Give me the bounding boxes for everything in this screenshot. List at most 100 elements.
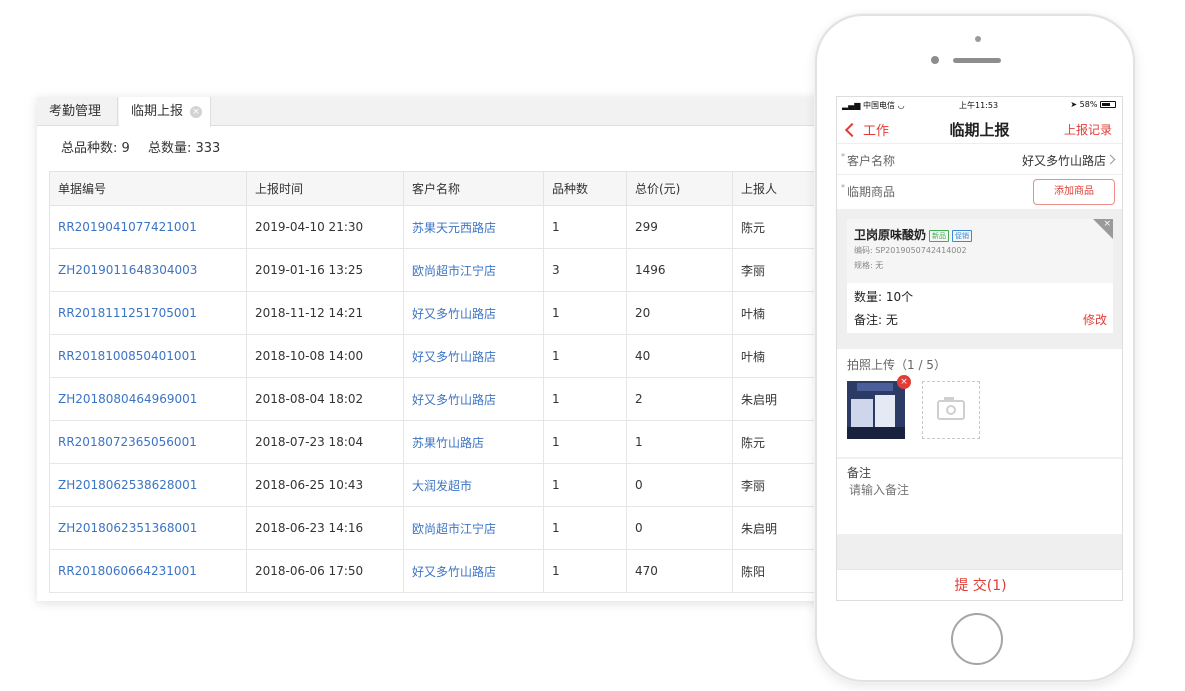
table-row[interactable]: RR2019041077421001 2019-04-10 21:30 苏果天元西路… [49,205,837,249]
photo-thumbnail[interactable] [847,381,905,439]
cell-customer[interactable]: 好又多竹山路店 [403,377,544,421]
cell-doc-no[interactable]: RR2019041077421001 [49,205,247,249]
goods-name-line: 卫岗原味酸奶 新品 促销 [854,226,973,243]
cell-time: 2018-06-06 17:50 [246,549,404,593]
cell-kinds: 1 [543,463,627,507]
close-icon[interactable]: × [1103,219,1111,229]
chevron-right-icon [1105,154,1116,165]
cell-doc-no[interactable]: RR2018111251705001 [49,291,247,335]
cell-total: 2 [626,377,733,421]
close-icon[interactable]: × [190,106,202,118]
col-header-doc-no[interactable]: 单据编号 [49,171,247,206]
new-badge: 新品 [929,230,950,242]
report-table: 单据编号 上报时间 客户名称 品种数 总价(元) 上报人 RR201904107… [49,171,837,593]
promo-badge: 促销 [952,230,973,242]
goods-spec: 规格: 无 [854,261,884,270]
note-label: 备注 [847,466,872,480]
table-row[interactable]: ZH2018080464969001 2018-08-04 18:02 好又多竹山路… [49,377,837,421]
cell-total: 299 [626,205,733,249]
required-mark: * [841,152,845,161]
table-header-row: 单据编号 上报时间 客户名称 品种数 总价(元) 上报人 [49,171,837,206]
cell-customer[interactable]: 大润发超市 [403,463,544,507]
phone-mockup: ▂▄▆ 中国电信 ◡ 上午11:53 ➤ 58% 工作 临期上报 上报记录 * … [815,14,1135,682]
phone-screen: ▂▄▆ 中国电信 ◡ 上午11:53 ➤ 58% 工作 临期上报 上报记录 * … [836,96,1123,601]
location-icon: ➤ [1070,100,1078,109]
customer-row[interactable]: * 客户名称 好又多竹山路店 [837,144,1122,175]
photo-upload-section: 拍照上传（1 / 5） × [837,349,1122,457]
customer-value: 好又多竹山路店 [1021,154,1106,168]
wifi-icon: ◡ [897,101,905,110]
col-header-kinds[interactable]: 品种数 [543,171,627,206]
table-row[interactable]: ZH2018062351368001 2018-06-23 14:16 欧尚超市江宁… [49,506,837,550]
col-header-time[interactable]: 上报时间 [246,171,404,206]
battery-icon [1100,101,1116,108]
status-time: 上午11:53 [959,101,999,110]
status-bar: ▂▄▆ 中国电信 ◡ 上午11:53 ➤ 58% [837,97,1122,114]
table-row[interactable]: RR2018072365056001 2018-07-23 18:04 苏果竹山路店… [49,420,837,464]
table-row[interactable]: ZH2018062538628001 2018-06-25 10:43 大润发超市 1… [49,463,837,507]
cell-time: 2019-01-16 13:25 [246,248,404,292]
cell-kinds: 1 [543,291,627,335]
cell-customer[interactable]: 苏果竹山路店 [403,420,544,464]
customer-label: 客户名称 [847,154,896,168]
home-button[interactable] [951,613,1003,665]
cell-time: 2018-11-12 14:21 [246,291,404,335]
cell-kinds: 1 [543,334,627,378]
cell-customer[interactable]: 好又多竹山路店 [403,291,544,335]
cell-kinds: 1 [543,420,627,464]
cell-customer[interactable]: 苏果天元西路店 [403,205,544,249]
cell-time: 2018-06-25 10:43 [246,463,404,507]
signal-icon: ▂▄▆ [842,101,861,110]
note-input[interactable] [849,483,1099,497]
cell-total: 40 [626,334,733,378]
cell-doc-no[interactable]: RR2018072365056001 [49,420,247,464]
cell-doc-no[interactable]: ZH2019011648304003 [49,248,247,292]
add-photo-button[interactable] [922,381,980,439]
delete-photo-icon[interactable]: × [897,375,911,389]
cell-kinds: 1 [543,506,627,550]
col-header-total[interactable]: 总价(元) [626,171,733,206]
cell-customer[interactable]: 好又多竹山路店 [403,549,544,593]
add-goods-button[interactable]: 添加商品 [1033,179,1115,205]
cell-customer[interactable]: 欧尚超市江宁店 [403,248,544,292]
front-camera [975,36,981,42]
cell-doc-no[interactable]: ZH2018062351368001 [49,506,247,550]
submit-button[interactable]: 提 交(1) [837,569,1122,600]
table-row[interactable]: RR2018100850401001 2018-10-08 14:00 好又多竹山路… [49,334,837,378]
cell-time: 2018-07-23 18:04 [246,420,404,464]
tab-bar: 考勤管理 临期上报 × [37,97,837,127]
tab-label: 临期上报 [131,104,184,119]
cell-time: 2018-10-08 14:00 [246,334,404,378]
cell-doc-no[interactable]: RR2018060664231001 [49,549,247,593]
cell-total: 1496 [626,248,733,292]
camera-icon [937,397,965,420]
cell-total: 0 [626,463,733,507]
cell-customer[interactable]: 欧尚超市江宁店 [403,506,544,550]
cell-kinds: 1 [543,377,627,421]
photo-upload-label: 拍照上传（1 / 5） [847,358,946,372]
desktop-panel: 考勤管理 临期上报 × 总品种数: 9 总数量: 333 单据编号 上报时间 客… [37,97,837,601]
col-header-customer[interactable]: 客户名称 [403,171,544,206]
goods-card: 卫岗原味酸奶 新品 促销 编码: SP2019050742414002 规格: 无 … [847,219,1113,333]
cell-customer[interactable]: 好又多竹山路店 [403,334,544,378]
battery-percent: 58% [1079,100,1098,109]
tab-attendance[interactable]: 考勤管理 [37,97,118,126]
earpiece-speaker [953,58,1001,63]
cell-doc-no[interactable]: RR2018100850401001 [49,334,247,378]
goods-quantity: 数量: 10个 [854,290,914,304]
table-row[interactable]: ZH2019011648304003 2019-01-16 13:25 欧尚超市江宁… [49,248,837,292]
edit-goods-button[interactable]: 修改 [1083,311,1107,328]
status-right: ➤ 58% [1070,100,1116,109]
tab-expiry-report[interactable]: 临期上报 × [119,97,211,127]
table-row[interactable]: RR2018111251705001 2018-11-12 14:21 好又多竹山路… [49,291,837,335]
report-history-link[interactable]: 上报记录 [1064,121,1112,138]
proximity-sensor [931,56,939,64]
cell-total: 1 [626,420,733,464]
cell-doc-no[interactable]: ZH2018062538628001 [49,463,247,507]
cell-total: 20 [626,291,733,335]
note-section: 备注 [837,459,1122,534]
cell-doc-no[interactable]: ZH2018080464969001 [49,377,247,421]
table-row[interactable]: RR2018060664231001 2018-06-06 17:50 好又多竹山路… [49,549,837,593]
total-quantity: 总数量: 333 [147,141,221,156]
cell-kinds: 3 [543,248,627,292]
